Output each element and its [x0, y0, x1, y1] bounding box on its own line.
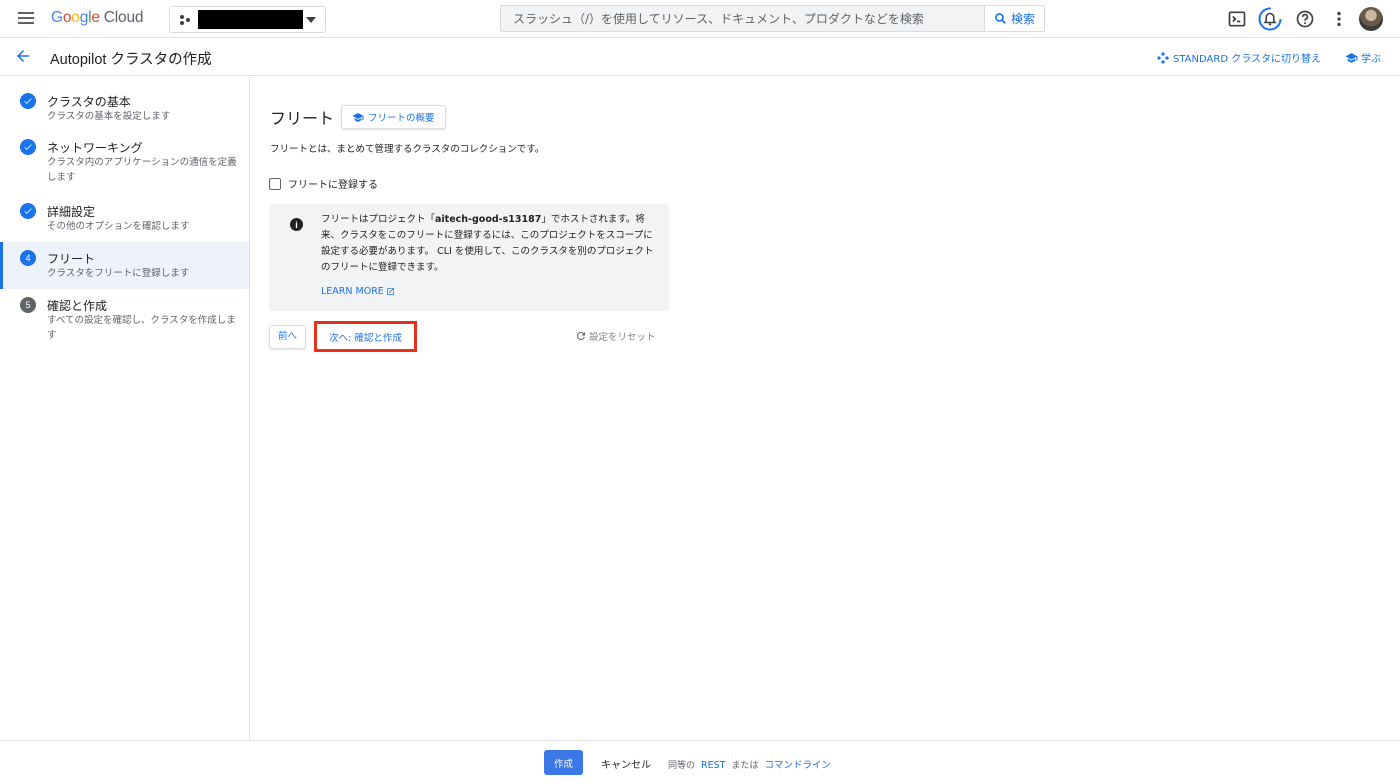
chevron-down-icon — [306, 17, 316, 23]
or-label: または — [731, 761, 759, 771]
check-circle-icon — [20, 93, 36, 109]
cloud-shell-icon[interactable] — [1227, 9, 1247, 29]
main-content: フリート フリートの概要 フリートとは、まとめて管理するクラスタのコレクションで… — [250, 77, 1400, 740]
footer-bar: 作成 キャンセル 同等の REST または コマンドライン — [0, 740, 1400, 784]
project-id: aitech-good-s13187 — [435, 214, 542, 225]
page-title: Autopilot クラスタの作成 — [50, 52, 212, 68]
fleet-overview-button[interactable]: フリートの概要 — [341, 105, 446, 129]
logo-cloud-text: Cloud — [103, 9, 144, 26]
arrow-back-icon[interactable] — [14, 47, 32, 65]
equivalent-label: 同等の — [668, 761, 696, 771]
help-icon[interactable] — [1295, 9, 1315, 29]
step-number: 5 — [20, 297, 36, 313]
fleet-description: フリートとは、まとめて管理するクラスタのコレクションです。 — [270, 144, 545, 155]
more-vert-icon[interactable] — [1329, 9, 1349, 29]
switch-to-standard-button[interactable]: STANDARD クラスタに切り替え — [1157, 50, 1321, 65]
project-icon — [180, 15, 190, 25]
step-title: 確認と作成 — [47, 299, 108, 313]
info-text-prefix: フリートはプロジェクト「 — [321, 214, 436, 225]
menu-icon[interactable] — [16, 9, 36, 29]
rest-link[interactable]: REST — [701, 760, 725, 771]
fleet-overview-label: フリートの概要 — [368, 113, 435, 124]
step-review-create[interactable]: 5 確認と作成 すべての設定を確認し、クラスタを作成します — [0, 297, 249, 347]
step-description: すべての設定を確認し、クラスタを作成します — [47, 315, 236, 341]
school-icon — [352, 112, 364, 122]
reset-settings-label: 設定をリセット — [589, 332, 656, 343]
logo-letter: g — [79, 9, 89, 26]
top-bar: GoogleCloud 検索 — [0, 0, 1400, 38]
previous-button[interactable]: 前へ — [269, 325, 307, 349]
info-text: フリートはプロジェクト「aitech-good-s13187」でホストされます。… — [321, 212, 659, 276]
next-review-create-button[interactable]: 次へ: 確認と作成 — [314, 321, 417, 352]
school-icon — [1345, 52, 1358, 63]
switch-to-standard-label: STANDARD クラスタに切り替え — [1173, 54, 1321, 65]
step-title: クラスタの基本 — [47, 95, 131, 109]
step-networking[interactable]: ネットワーキング クラスタ内のアプリケーションの通信を定義します — [0, 139, 249, 193]
step-number: 4 — [20, 250, 36, 266]
logo-letter: o — [71, 9, 80, 26]
search-button-label: 検索 — [1010, 12, 1035, 26]
step-description: その他のオプションを確認します — [47, 221, 190, 232]
check-circle-icon — [20, 203, 36, 219]
register-fleet-row: フリートに登録する — [269, 176, 378, 191]
stepper-sidebar: クラスタの基本 クラスタの基本を設定します ネットワーキング クラスタ内のアプリ… — [0, 77, 250, 740]
step-title: 詳細設定 — [47, 205, 96, 219]
cancel-button[interactable]: キャンセル — [601, 756, 651, 771]
step-description: クラスタをフリートに登録します — [47, 268, 190, 279]
step-cluster-basics[interactable]: クラスタの基本 クラスタの基本を設定します — [0, 93, 249, 133]
step-description: クラスタ内のアプリケーションの通信を定義します — [47, 157, 237, 183]
equivalent-links: 同等の REST または コマンドライン — [668, 757, 831, 771]
switch-icon — [1157, 51, 1169, 64]
step-fleet[interactable]: 4 フリート クラスタをフリートに登録します — [0, 242, 249, 289]
avatar[interactable] — [1359, 7, 1383, 31]
create-button[interactable]: 作成 — [544, 750, 583, 775]
logo-letter: G — [51, 9, 63, 26]
section-heading: フリート — [270, 109, 335, 128]
project-picker[interactable] — [169, 6, 326, 33]
learn-more-link[interactable]: LEARN MORE — [321, 286, 395, 297]
google-cloud-logo[interactable]: Google Cloud — [51, 9, 143, 27]
info-callout: i フリートはプロジェクト「aitech-good-s13187」でホストされま… — [269, 204, 669, 311]
learn-more-label: LEARN MORE — [321, 286, 384, 297]
step-advanced-settings[interactable]: 詳細設定 その他のオプションを確認します — [0, 203, 249, 239]
search-icon — [995, 13, 1006, 24]
search-input[interactable] — [500, 5, 985, 32]
learn-label: 学ぶ — [1361, 54, 1381, 65]
open-in-new-icon — [386, 288, 394, 295]
step-description: クラスタの基本を設定します — [47, 111, 171, 122]
check-circle-icon — [20, 139, 36, 155]
search-button[interactable]: 検索 — [984, 5, 1045, 32]
redacted-project-name — [198, 10, 303, 29]
reset-settings-button[interactable]: 設定をリセット — [575, 329, 656, 343]
step-title: ネットワーキング — [47, 141, 143, 155]
notifications-icon[interactable] — [1258, 7, 1282, 31]
info-icon: i — [290, 218, 303, 231]
register-fleet-checkbox[interactable] — [269, 177, 281, 190]
learn-button[interactable]: 学ぶ — [1345, 50, 1381, 65]
command-line-link[interactable]: コマンドライン — [764, 757, 831, 771]
register-fleet-label[interactable]: フリートに登録する — [288, 176, 378, 191]
step-title: フリート — [47, 252, 96, 266]
page-header: Autopilot クラスタの作成 STANDARD クラスタに切り替え 学ぶ — [0, 38, 1400, 76]
logo-letter: e — [91, 9, 100, 26]
refresh-icon — [576, 332, 585, 341]
